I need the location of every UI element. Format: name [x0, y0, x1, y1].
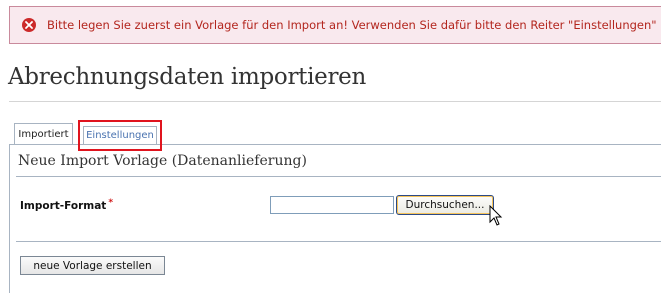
- import-format-label: Import-Format *: [20, 198, 114, 212]
- tab-einstellungen[interactable]: Einstellungen: [83, 126, 157, 144]
- form-title: Neue Import Vorlage (Datenanlieferung): [18, 153, 307, 169]
- tab-importiert[interactable]: Importiert: [14, 123, 73, 144]
- title-divider: [9, 101, 661, 102]
- error-x-icon: [22, 18, 36, 32]
- form-divider: [16, 176, 661, 177]
- required-marker: *: [108, 198, 114, 208]
- import-format-label-text: Import-Format: [20, 200, 107, 212]
- error-message: Bitte legen Sie zuerst ein Vorlage für d…: [47, 18, 657, 32]
- mouse-cursor-icon: [489, 205, 503, 226]
- browse-button[interactable]: Durchsuchen...: [396, 195, 494, 215]
- create-template-button[interactable]: neue Vorlage erstellen: [20, 256, 165, 275]
- page-title: Abrechnungsdaten importieren: [8, 64, 366, 90]
- error-banner: Bitte legen Sie zuerst ein Vorlage für d…: [9, 6, 661, 44]
- form-bottom-divider: [16, 241, 661, 242]
- file-path-input[interactable]: [270, 196, 394, 214]
